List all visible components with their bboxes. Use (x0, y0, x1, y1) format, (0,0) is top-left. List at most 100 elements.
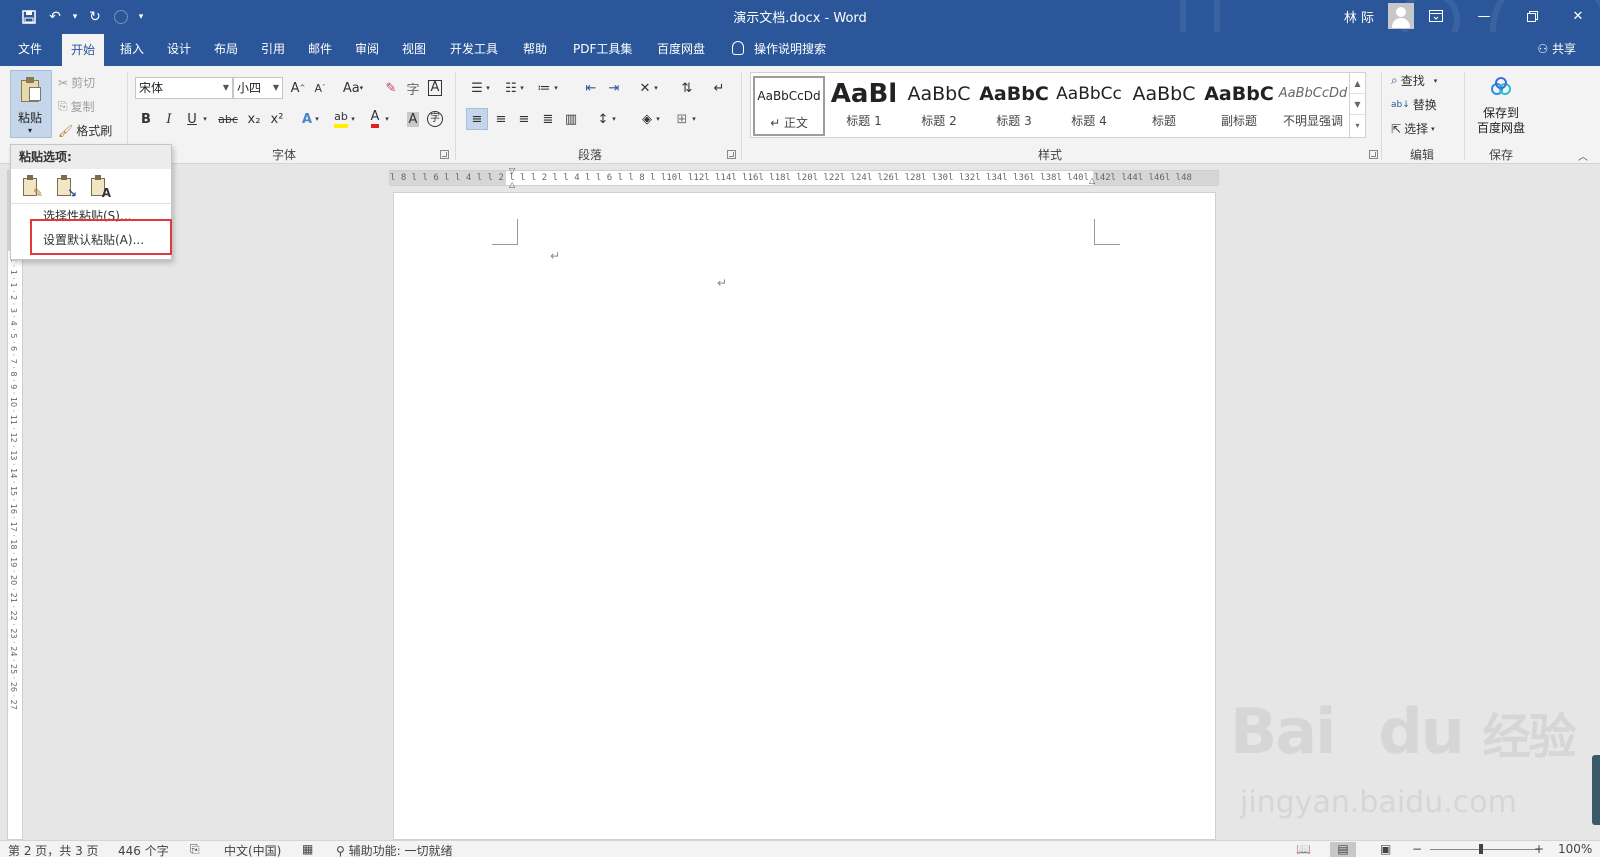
style-item-heading-4[interactable]: AaBbCc 标题 4 (1053, 76, 1125, 136)
shrink-font-icon[interactable]: Aˇ (309, 77, 331, 99)
tab-baidu-netdisk[interactable]: 百度网盘 (648, 32, 714, 66)
show-marks-icon[interactable]: ↵ (708, 77, 730, 99)
paragraph-dialog-launcher-icon[interactable] (727, 150, 736, 159)
tell-me-search[interactable]: 操作说明搜索 (732, 32, 826, 66)
tab-design[interactable]: 设计 (158, 32, 200, 66)
format-painter-button[interactable]: 🖌 格式刷 (58, 122, 112, 139)
ribbon-display-options-icon[interactable] (1416, 4, 1456, 28)
replace-button[interactable]: ab↓ 替换 (1391, 96, 1437, 113)
zoom-level[interactable]: 100% (1558, 842, 1592, 856)
superscript-icon[interactable]: x² (266, 108, 288, 130)
chevron-down-icon[interactable]: ▾ (689, 108, 699, 130)
tab-home[interactable]: 开始 (62, 34, 105, 66)
page-count[interactable]: 第 2 页，共 3 页 (8, 842, 99, 857)
phonetic-guide-icon[interactable]: 字 (402, 77, 424, 99)
sort-icon[interactable]: ⇅ (676, 77, 698, 99)
bold-icon[interactable]: B (135, 108, 157, 130)
font-dialog-launcher-icon[interactable] (440, 150, 449, 159)
collapse-ribbon-icon[interactable]: ︿ (1578, 148, 1588, 163)
hanging-indent-marker-icon[interactable]: △ (509, 180, 515, 189)
zoom-out-button[interactable]: − (1412, 842, 1422, 856)
style-item-normal[interactable]: AaBbCcDd ↵ 正文 (753, 76, 825, 136)
user-name[interactable]: 林 际 (1344, 7, 1374, 26)
change-case-icon[interactable]: Aa ▾ (338, 77, 368, 99)
vertical-ruler[interactable]: 1 · 1 · 1 · 2 · 3 · 4 · 5 · 6 · 7 · 8 · … (7, 170, 23, 840)
style-item-heading-2[interactable]: AaBbC 标题 2 (903, 76, 975, 136)
paste-button[interactable]: 粘贴 ▾ (10, 70, 52, 138)
align-left-icon[interactable]: ≡ (466, 108, 488, 130)
tab-review[interactable]: 审阅 (346, 32, 388, 66)
character-shading-icon[interactable]: A (402, 108, 424, 130)
zoom-slider[interactable] (1430, 849, 1540, 850)
style-item-heading-1[interactable]: AaBl 标题 1 (828, 76, 900, 136)
chevron-down-icon[interactable]: ▾ (200, 108, 210, 130)
side-widget[interactable] (1592, 755, 1600, 825)
accessibility-status[interactable]: ⚲ 辅助功能: 一切就绪 (336, 842, 452, 857)
close-icon[interactable]: ✕ (1558, 4, 1598, 28)
align-center-icon[interactable]: ≡ (490, 108, 512, 130)
document-page[interactable]: ↵ ↵ (393, 192, 1216, 840)
zoom-slider-thumb[interactable] (1479, 844, 1483, 854)
tab-mailings[interactable]: 邮件 (299, 32, 341, 66)
tab-developer[interactable]: 开发工具 (441, 32, 507, 66)
language[interactable]: 中文(中国) (224, 842, 281, 857)
style-item-subtitle[interactable]: AaBbC 副标题 (1203, 76, 1275, 136)
save-to-baidu-button[interactable]: 保存到 百度网盘 (1470, 72, 1532, 138)
share-button[interactable]: ⚇ 共享 (1537, 32, 1576, 66)
scroll-up-icon[interactable]: ▲ (1350, 73, 1365, 94)
tab-references[interactable]: 引用 (252, 32, 294, 66)
distributed-icon[interactable]: ▥ (560, 108, 582, 130)
chevron-down-icon[interactable]: ▾ (551, 77, 561, 99)
cut-button[interactable]: ✂ 剪切 (58, 74, 95, 91)
subscript-icon[interactable]: x₂ (243, 108, 265, 130)
style-item-title[interactable]: AaBbC 标题 (1128, 76, 1200, 136)
chevron-down-icon[interactable]: ▾ (653, 108, 663, 130)
word-count[interactable]: 446 个字 (118, 842, 169, 857)
first-line-indent-marker-icon[interactable]: ▽ (509, 166, 515, 175)
minimize-icon[interactable]: — (1464, 4, 1504, 28)
find-button[interactable]: ⌕ 查找 ▾ (1391, 72, 1437, 89)
decrease-indent-icon[interactable]: ⇤ (580, 77, 602, 99)
grow-font-icon[interactable]: A ^ (287, 77, 309, 99)
styles-dialog-launcher-icon[interactable] (1369, 150, 1378, 159)
zoom-in-button[interactable]: + (1534, 842, 1544, 856)
tab-pdf-tools[interactable]: PDF工具集 (564, 32, 641, 66)
justify-icon[interactable]: ≣ (537, 108, 559, 130)
enclose-characters-icon[interactable]: 字 (424, 108, 446, 130)
copy-button[interactable]: ⎘ 复制 (58, 98, 95, 115)
chevron-down-icon[interactable]: ▼ (223, 78, 229, 98)
right-indent-marker-icon[interactable]: △ (1089, 176, 1095, 185)
italic-icon[interactable]: I (158, 108, 180, 130)
print-layout-icon[interactable]: ▤ (1330, 842, 1356, 857)
chevron-down-icon[interactable]: ▼ (273, 78, 279, 98)
proofing-icon[interactable]: ⎘ (190, 842, 200, 857)
style-item-heading-3[interactable]: AaBbC 标题 3 (978, 76, 1050, 136)
character-border-icon[interactable]: A (424, 77, 446, 99)
chevron-down-icon[interactable]: ▾ (651, 77, 661, 99)
keep-text-only-icon[interactable]: A (87, 175, 111, 199)
font-size-combo[interactable]: 小四 ▼ (233, 77, 283, 99)
chevron-down-icon[interactable]: ▾ (609, 108, 619, 130)
keep-source-formatting-icon[interactable]: ✎ (19, 175, 43, 199)
chevron-down-icon[interactable]: ▾ (382, 108, 392, 130)
avatar[interactable] (1388, 3, 1414, 29)
chevron-down-icon[interactable]: ▾ (483, 77, 493, 99)
restore-icon[interactable] (1512, 4, 1552, 28)
chevron-down-icon[interactable]: ▾ (312, 108, 322, 130)
style-item-subtle-emphasis[interactable]: AaBbCcDd 不明显强调 (1277, 76, 1349, 136)
select-button[interactable]: ⇱ 选择 ▾ (1391, 120, 1435, 137)
macro-icon[interactable]: ▦ (302, 842, 313, 856)
chevron-down-icon[interactable]: ▾ (517, 77, 527, 99)
tab-insert[interactable]: 插入 (111, 32, 153, 66)
chevron-down-icon[interactable]: ▾ (348, 108, 358, 130)
merge-formatting-icon[interactable]: ↘ (53, 175, 77, 199)
increase-indent-icon[interactable]: ⇥ (603, 77, 625, 99)
read-mode-icon[interactable]: 📖 (1296, 842, 1311, 856)
tab-help[interactable]: 帮助 (514, 32, 556, 66)
clear-formatting-icon[interactable]: ✎ (380, 77, 402, 99)
font-name-combo[interactable]: 宋体 ▼ (135, 77, 233, 99)
web-layout-icon[interactable]: ▣ (1380, 842, 1391, 856)
strikethrough-icon[interactable]: abc (215, 108, 241, 130)
more-styles-icon[interactable]: ▾ (1350, 115, 1365, 136)
tab-view[interactable]: 视图 (393, 32, 435, 66)
